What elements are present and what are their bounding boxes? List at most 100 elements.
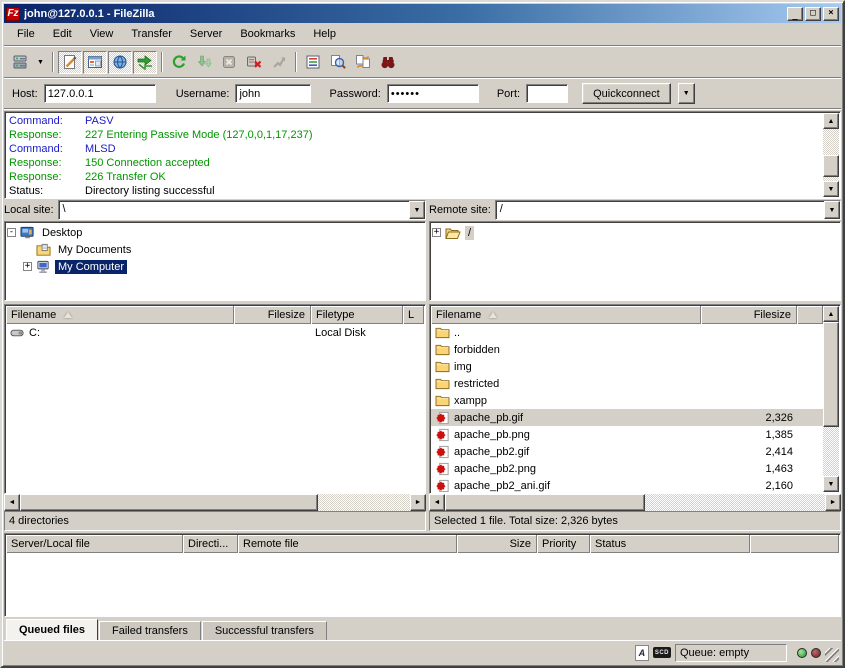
host-input[interactable] (44, 84, 156, 103)
scroll-thumb[interactable] (445, 494, 645, 511)
synchronized-browsing-button[interactable] (351, 51, 375, 74)
remote-vertical-scrollbar[interactable]: ▲ ▼ (823, 306, 839, 492)
scroll-right-icon[interactable]: ► (825, 494, 841, 511)
resize-grip[interactable] (825, 648, 839, 662)
queue-column-size[interactable]: Size (457, 535, 537, 553)
log-message: Directory listing successful (85, 184, 215, 198)
minimize-button[interactable]: _ (787, 7, 803, 21)
local-horizontal-scrollbar[interactable]: ◄ ► (4, 494, 426, 511)
process-queue-button[interactable] (192, 51, 216, 74)
sort-ascending-icon (64, 312, 72, 318)
remote-row-file[interactable]: apache_pb2.gif 2,414 (431, 443, 823, 460)
queue-column-remote-file[interactable]: Remote file (238, 535, 457, 553)
directory-comparison-button[interactable] (326, 51, 350, 74)
queue-column-direction[interactable]: Directi... (183, 535, 238, 553)
local-column-lastmodified[interactable]: L (403, 306, 424, 324)
site-manager-dropdown-button[interactable]: ▼ (33, 51, 48, 74)
menu-file[interactable]: File (8, 26, 44, 42)
menu-help[interactable]: Help (304, 26, 345, 42)
tree-item-desktop[interactable]: - Desktop (7, 224, 423, 241)
local-column-filename[interactable]: Filename (6, 306, 234, 324)
remote-row-file-selected[interactable]: apache_pb.gif 2,326 (431, 409, 823, 426)
remote-row-file[interactable]: apache_pb2_ani.gif 2,160 (431, 477, 823, 492)
expand-icon[interactable]: + (432, 228, 441, 237)
scroll-thumb[interactable] (823, 155, 839, 177)
maximize-button[interactable]: □ (805, 7, 821, 21)
remote-horizontal-scrollbar[interactable]: ◄ ► (429, 494, 841, 511)
remote-column-filename[interactable]: Filename (431, 306, 701, 324)
queue-status-panel: Queue: empty (675, 644, 787, 662)
menu-view[interactable]: View (81, 26, 123, 42)
local-column-filesize[interactable]: Filesize (234, 306, 311, 324)
quickconnect-dropdown-button[interactable]: ▼ (678, 83, 695, 104)
toggle-local-tree-button[interactable] (83, 51, 107, 74)
tab-failed-transfers[interactable]: Failed transfers (99, 621, 201, 640)
collapse-icon[interactable]: - (7, 228, 16, 237)
remote-row-file[interactable]: apache_pb2.png 1,463 (431, 460, 823, 477)
menu-edit[interactable]: Edit (44, 26, 81, 42)
queue-column-server-local[interactable]: Server/Local file (6, 535, 183, 553)
scroll-thumb[interactable] (20, 494, 318, 511)
toggle-remote-tree-button[interactable] (108, 51, 132, 74)
find-files-button[interactable] (376, 51, 400, 74)
expand-icon[interactable]: + (23, 262, 32, 271)
tab-successful-transfers[interactable]: Successful transfers (202, 621, 327, 640)
close-button[interactable]: × (823, 7, 839, 21)
toggle-transfer-queue-button[interactable] (133, 51, 157, 74)
remote-row-folder[interactable]: forbidden (431, 341, 823, 358)
filters-icon (305, 54, 321, 70)
remote-site-combo[interactable]: / ▼ (495, 200, 841, 220)
file-size: 2,326 (765, 412, 793, 424)
queue-column-priority[interactable]: Priority (537, 535, 590, 553)
local-row-c-drive[interactable]: C: Local Disk (6, 324, 424, 341)
scroll-left-icon[interactable]: ◄ (429, 494, 445, 511)
scroll-down-icon[interactable]: ▼ (823, 181, 839, 197)
log-message: 226 Transfer OK (85, 170, 166, 184)
scroll-down-icon[interactable]: ▼ (823, 476, 839, 492)
scroll-thumb[interactable] (823, 322, 839, 427)
menu-server[interactable]: Server (181, 26, 231, 42)
local-file-list-area: Filename Filesize Filetype L C: Local Di… (4, 304, 426, 531)
remote-row-folder[interactable]: xampp (431, 392, 823, 409)
local-site-combo[interactable]: \ ▼ (58, 200, 426, 220)
menu-transfer[interactable]: Transfer (122, 26, 181, 42)
directory-listing-filters-button[interactable] (301, 51, 325, 74)
folder-icon (435, 377, 450, 390)
log-scrollbar[interactable]: ▲ ▼ (823, 113, 839, 197)
local-site-path: \ (59, 201, 409, 219)
scroll-up-icon[interactable]: ▲ (823, 113, 839, 129)
chevron-down-icon[interactable]: ▼ (409, 201, 425, 219)
toggle-message-log-button[interactable] (58, 51, 82, 74)
password-input[interactable] (387, 84, 479, 103)
queue-column-status[interactable]: Status (590, 535, 750, 553)
local-column-filetype[interactable]: Filetype (311, 306, 403, 324)
cancel-operation-button[interactable] (217, 51, 241, 74)
scroll-left-icon[interactable]: ◄ (4, 494, 20, 511)
scroll-right-icon[interactable]: ► (410, 494, 426, 511)
disconnect-button[interactable] (242, 51, 266, 74)
remote-row-folder[interactable]: restricted (431, 375, 823, 392)
queue-header: Server/Local file Directi... Remote file… (6, 535, 839, 553)
scroll-up-icon[interactable]: ▲ (823, 306, 839, 322)
file-name: .. (454, 327, 460, 339)
log-message: MLSD (85, 142, 116, 156)
remote-row-file[interactable]: apache_pb.png 1,385 (431, 426, 823, 443)
username-input[interactable] (235, 84, 311, 103)
file-name: apache_pb2.png (454, 463, 536, 475)
log-label: Command: (9, 114, 85, 128)
refresh-button[interactable] (167, 51, 191, 74)
site-manager-button[interactable] (8, 51, 32, 74)
remote-column-filesize[interactable]: Filesize (701, 306, 797, 324)
tree-item-root[interactable]: + / (432, 224, 838, 241)
tree-item-my-documents[interactable]: My Documents (7, 241, 423, 258)
reconnect-button[interactable] (267, 51, 291, 74)
menu-bookmarks[interactable]: Bookmarks (231, 26, 304, 42)
chevron-down-icon[interactable]: ▼ (824, 201, 840, 219)
tab-queued-files[interactable]: Queued files (6, 619, 98, 640)
tree-item-my-computer[interactable]: + My Computer (7, 258, 423, 275)
log-message: 150 Connection accepted (85, 156, 210, 170)
remote-row-parent-dir[interactable]: .. (431, 324, 823, 341)
port-input[interactable] (526, 84, 568, 103)
remote-row-folder[interactable]: img (431, 358, 823, 375)
quickconnect-button[interactable]: Quickconnect (582, 83, 671, 104)
